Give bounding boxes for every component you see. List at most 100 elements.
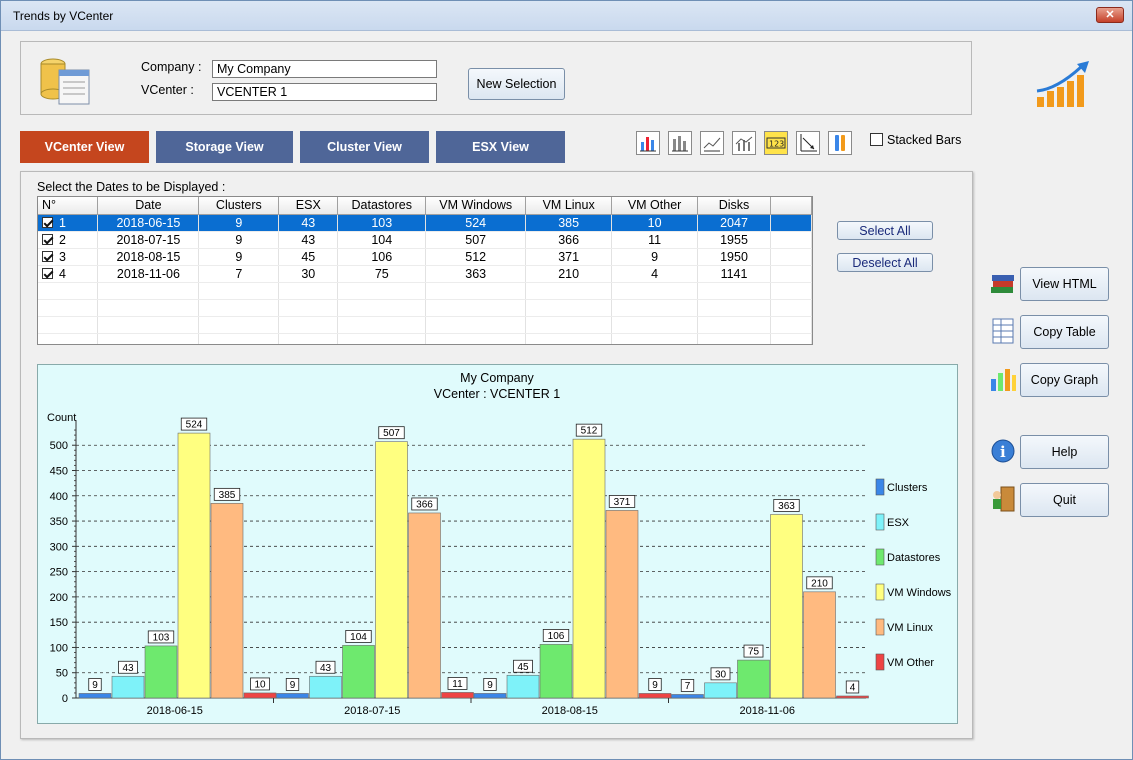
column-header[interactable]: N° bbox=[38, 197, 99, 215]
bar bbox=[704, 682, 737, 699]
cell-esx: 43 bbox=[278, 231, 339, 249]
data-label: 104 bbox=[350, 632, 367, 643]
title-bar: Trends by VCenter ✕ bbox=[1, 1, 1132, 31]
stacked-bars-checkbox[interactable] bbox=[870, 133, 883, 146]
y-tick-label: 200 bbox=[50, 592, 68, 604]
row-number: 4 bbox=[59, 266, 66, 281]
cell-vmwin: 524 bbox=[425, 214, 527, 232]
cell-date: 2018-07-15 bbox=[97, 231, 200, 249]
cell-vmother: 4 bbox=[611, 265, 699, 283]
tab-cluster-view[interactable]: Cluster View bbox=[300, 131, 429, 163]
row-number-cell[interactable]: 4 bbox=[38, 265, 99, 283]
line-chart-icon[interactable] bbox=[700, 131, 724, 155]
row-checkbox[interactable] bbox=[42, 250, 53, 262]
column-header[interactable]: ESX bbox=[278, 197, 339, 215]
legend-swatch bbox=[875, 653, 885, 671]
column-header[interactable]: VM Windows bbox=[425, 197, 527, 215]
row-checkbox[interactable] bbox=[42, 233, 53, 245]
cell-blank bbox=[770, 265, 812, 283]
table-row[interactable]: 4 2018-11-06 7 30 75 363 210 4 1141 bbox=[38, 265, 812, 283]
table-row[interactable]: 2 2018-07-15 9 43 104 507 366 11 1955 bbox=[38, 231, 812, 249]
cell-vmother: 10 bbox=[611, 214, 699, 232]
cell-datastores: 103 bbox=[337, 214, 427, 232]
bar bbox=[408, 512, 441, 699]
copy-graph-button[interactable]: Copy Graph bbox=[1020, 363, 1109, 397]
row-number-cell[interactable]: 1 bbox=[38, 214, 99, 232]
data-label: 524 bbox=[186, 420, 203, 431]
settings-icon[interactable] bbox=[828, 131, 852, 155]
cell-esx: 43 bbox=[278, 214, 339, 232]
company-field[interactable]: My Company bbox=[212, 60, 437, 78]
legend-label: Clusters bbox=[887, 482, 928, 494]
vcenter-label: VCenter : bbox=[141, 83, 194, 97]
empty-cell bbox=[697, 282, 771, 300]
empty-cell bbox=[770, 299, 812, 317]
column-header[interactable]: VM Linux bbox=[525, 197, 613, 215]
legend-label: VM Other bbox=[887, 657, 934, 669]
cell-esx: 30 bbox=[278, 265, 339, 283]
cell-date: 2018-06-15 bbox=[97, 214, 200, 232]
column-header[interactable]: Disks bbox=[697, 197, 771, 215]
cell-date: 2018-11-06 bbox=[97, 265, 200, 283]
bar-chart-3d-icon[interactable] bbox=[668, 131, 692, 155]
row-number: 3 bbox=[59, 249, 66, 264]
column-header[interactable]: Clusters bbox=[198, 197, 280, 215]
legend-swatch bbox=[875, 513, 885, 531]
empty-cell bbox=[38, 282, 99, 300]
cell-vmother: 11 bbox=[611, 231, 699, 249]
column-header[interactable]: Datastores bbox=[337, 197, 427, 215]
row-number-cell[interactable]: 2 bbox=[38, 231, 99, 249]
bar bbox=[506, 674, 540, 699]
data-label: 7 bbox=[685, 681, 691, 692]
column-header[interactable]: VM Other bbox=[611, 197, 699, 215]
new-selection-button[interactable]: New Selection bbox=[468, 68, 565, 100]
table-row[interactable]: 3 2018-08-15 9 45 106 512 371 9 1950 bbox=[38, 248, 812, 266]
row-checkbox[interactable] bbox=[42, 216, 53, 228]
empty-cell bbox=[97, 316, 200, 334]
line-bar-chart-icon[interactable] bbox=[732, 131, 756, 155]
help-button[interactable]: Help bbox=[1020, 435, 1109, 469]
y-tick-label: 0 bbox=[62, 693, 68, 705]
bar bbox=[539, 644, 573, 699]
data-label: 103 bbox=[153, 632, 170, 643]
bar bbox=[737, 659, 770, 699]
row-checkbox[interactable] bbox=[42, 267, 53, 279]
axis-icon[interactable] bbox=[796, 131, 820, 155]
number-labels-icon[interactable]: 123 bbox=[764, 131, 788, 155]
tab-esx-view[interactable]: ESX View bbox=[436, 131, 565, 163]
tab-storage-view[interactable]: Storage View bbox=[156, 131, 293, 163]
empty-cell bbox=[198, 282, 280, 300]
x-tick-label: 2018-11-06 bbox=[740, 705, 795, 717]
empty-cell bbox=[337, 316, 427, 334]
bar bbox=[441, 692, 474, 699]
cell-vmlinux: 371 bbox=[525, 248, 613, 266]
row-number-cell[interactable]: 3 bbox=[38, 248, 99, 266]
legend-swatch bbox=[875, 478, 885, 496]
select-all-button[interactable]: Select All bbox=[837, 221, 933, 240]
y-tick-label: 500 bbox=[50, 440, 68, 452]
bar bbox=[803, 591, 836, 699]
view-html-button[interactable]: View HTML bbox=[1020, 267, 1109, 301]
bar-chart-icon[interactable] bbox=[636, 131, 660, 155]
table-row[interactable]: 1 2018-06-15 9 43 103 524 385 10 2047 bbox=[38, 214, 812, 232]
x-tick-label: 2018-07-15 bbox=[344, 705, 400, 717]
cell-vmlinux: 366 bbox=[525, 231, 613, 249]
bar bbox=[177, 432, 211, 699]
window-title: Trends by VCenter bbox=[13, 9, 114, 23]
deselect-all-button[interactable]: Deselect All bbox=[837, 253, 933, 272]
copy-table-button[interactable]: Copy Table bbox=[1020, 315, 1109, 349]
empty-row bbox=[38, 282, 812, 300]
data-label: 363 bbox=[778, 501, 795, 512]
data-label: 9 bbox=[290, 680, 296, 691]
close-icon[interactable]: ✕ bbox=[1096, 7, 1124, 23]
column-header[interactable]: Date bbox=[97, 197, 200, 215]
tab-vcenter-view[interactable]: VCenter View bbox=[20, 131, 149, 163]
empty-cell bbox=[97, 282, 200, 300]
bar bbox=[375, 441, 408, 699]
vcenter-field[interactable]: VCENTER 1 bbox=[212, 83, 437, 101]
data-label: 9 bbox=[487, 680, 493, 691]
data-label: 10 bbox=[254, 679, 266, 690]
quit-button[interactable]: Quit bbox=[1020, 483, 1109, 517]
svg-text:123: 123 bbox=[769, 140, 784, 149]
data-label: 9 bbox=[92, 680, 98, 691]
